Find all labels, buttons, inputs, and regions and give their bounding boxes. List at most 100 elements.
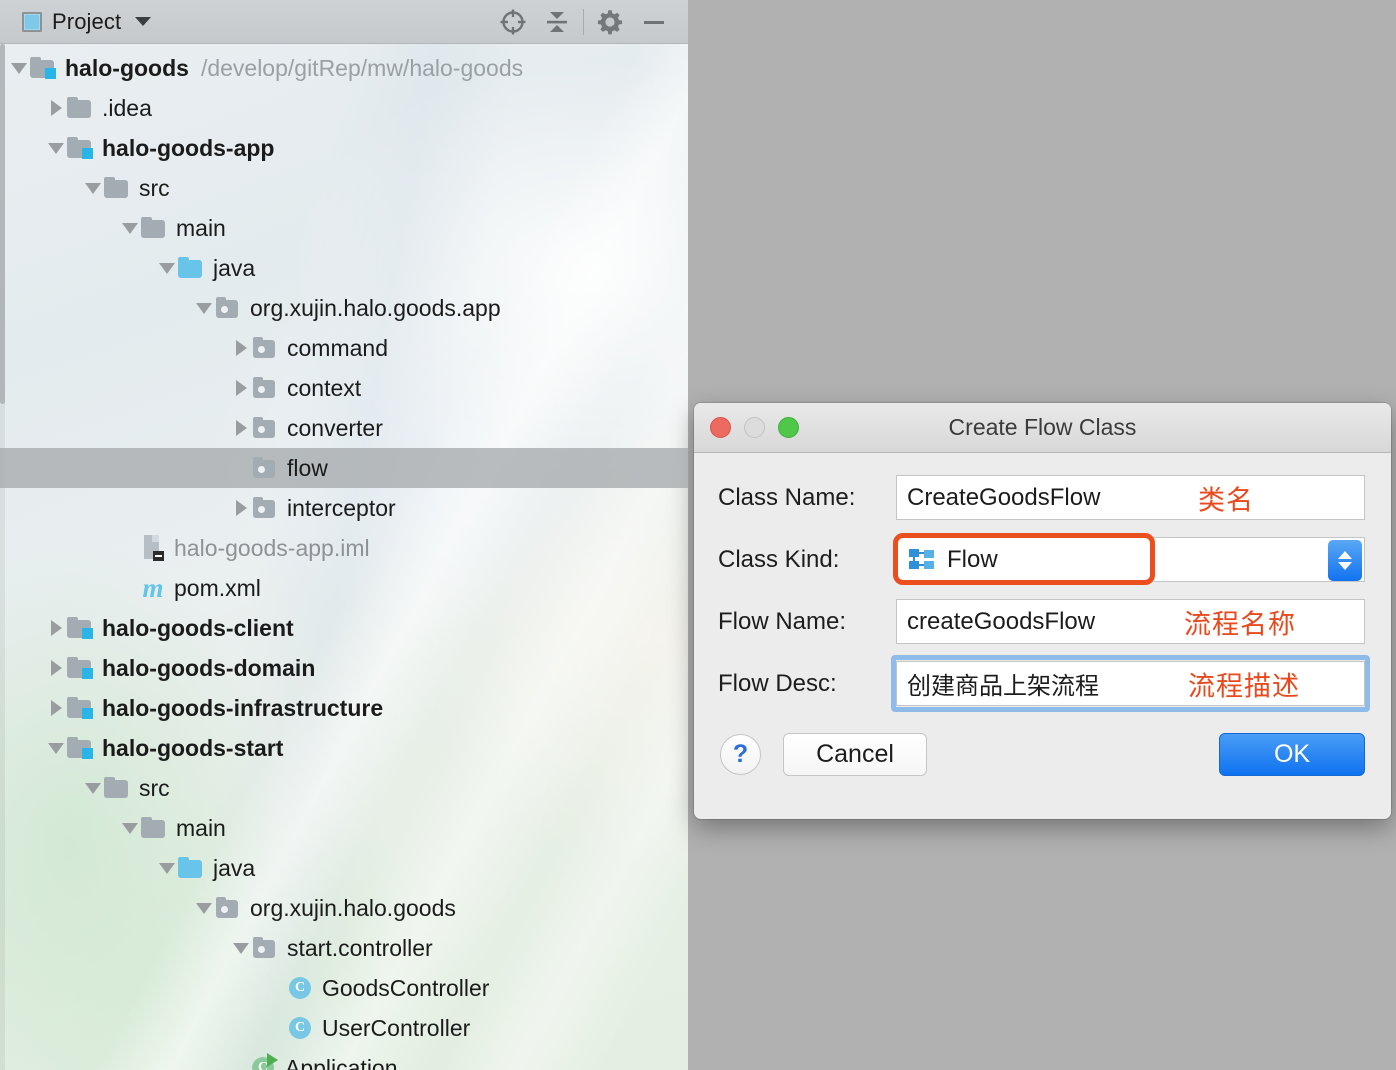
chevron-down-icon[interactable]	[156, 848, 178, 888]
flow-name-annotation: 流程名称	[1184, 609, 1296, 640]
twisty-placeholder	[230, 1048, 252, 1070]
chevron-right-icon[interactable]	[45, 88, 67, 128]
cancel-button[interactable]: Cancel	[783, 733, 927, 776]
module-folder-icon	[67, 697, 93, 719]
source-folder-icon	[178, 857, 204, 879]
twisty-placeholder	[119, 568, 141, 608]
tree-row[interactable]: java	[0, 248, 688, 288]
create-flow-class-dialog: Create Flow Class Class Name: CreateGood…	[694, 403, 1391, 819]
chevron-down-icon[interactable]	[45, 128, 67, 168]
package-icon	[252, 337, 278, 359]
screen-root: Project halo-goods /develop/gitRep/mw/ha…	[0, 0, 1396, 1070]
package-icon	[252, 937, 278, 959]
chevron-right-icon[interactable]	[45, 648, 67, 688]
chevron-down-icon[interactable]	[45, 728, 67, 768]
dialog-footer: ? Cancel OK	[694, 723, 1391, 776]
class-kind-stepper[interactable]	[1328, 540, 1362, 581]
tree-row[interactable]: C UserController	[0, 1008, 688, 1048]
class-kind-row: Class Kind: Flow	[718, 533, 1365, 585]
tree-row[interactable]: halo-goods-domain	[0, 648, 688, 688]
tree-row[interactable]: halo-goods-client	[0, 608, 688, 648]
chevron-down-icon[interactable]	[156, 248, 178, 288]
chevron-down-icon[interactable]	[119, 808, 141, 848]
module-folder-icon	[67, 617, 93, 639]
tree-row[interactable]: org.xujin.halo.goods	[0, 888, 688, 928]
chevron-down-icon	[1338, 562, 1352, 570]
chevron-right-icon[interactable]	[45, 608, 67, 648]
package-icon	[252, 497, 278, 519]
chevron-down-icon[interactable]	[82, 768, 104, 808]
chevron-down-icon[interactable]	[193, 888, 215, 928]
chevron-right-icon[interactable]	[230, 408, 252, 448]
tree-row-label: java	[213, 254, 256, 281]
class-name-row: Class Name: CreateGoodsFlow 类名	[718, 475, 1365, 520]
folder-icon	[67, 97, 93, 119]
twisty-placeholder	[230, 448, 252, 488]
chevron-down-icon[interactable]	[230, 928, 252, 968]
chevron-right-icon[interactable]	[45, 688, 67, 728]
tree-row-label: context	[287, 374, 362, 401]
tree-row[interactable]: start.controller	[0, 928, 688, 968]
chevron-right-icon[interactable]	[230, 328, 252, 368]
tree-row[interactable]: .idea	[0, 88, 688, 128]
tree-row[interactable]: halo-goods-infrastructure	[0, 688, 688, 728]
twisty-placeholder	[119, 528, 141, 568]
package-icon	[252, 417, 278, 439]
class-kind-label: Class Kind:	[718, 545, 840, 573]
module-folder-icon	[67, 737, 93, 759]
tree-row-label: command	[287, 334, 388, 361]
chevron-right-icon[interactable]	[230, 368, 252, 408]
dialog-title-bar: Create Flow Class	[694, 403, 1391, 453]
tree-row[interactable]: command	[0, 328, 688, 368]
iml-file-icon	[141, 535, 165, 561]
chevron-down-icon[interactable]	[82, 168, 104, 208]
tree-row[interactable]: halo-goods-app	[0, 128, 688, 168]
chevron-down-icon[interactable]	[8, 48, 30, 88]
project-tool-window: Project halo-goods /develop/gitRep/mw/ha…	[0, 0, 688, 1070]
gear-icon[interactable]	[588, 0, 632, 44]
tree-row-label: halo-goods-app	[102, 134, 275, 161]
tree-row-label: org.xujin.halo.goods.app	[250, 294, 501, 321]
chevron-down-icon[interactable]	[119, 208, 141, 248]
tree-row-label: main	[176, 214, 226, 241]
tree-row[interactable]: flow	[0, 448, 688, 488]
tree-row[interactable]: C Application	[0, 1048, 688, 1070]
tree-row-label: halo-goods-app.iml	[174, 534, 370, 561]
tree-row[interactable]: converter	[0, 408, 688, 448]
chevron-right-icon[interactable]	[230, 488, 252, 528]
tree-row[interactable]: interceptor	[0, 488, 688, 528]
flow-desc-label: Flow Desc:	[718, 669, 837, 697]
tree-row[interactable]: main	[0, 208, 688, 248]
package-icon	[215, 897, 241, 919]
ok-button[interactable]: OK	[1219, 733, 1365, 776]
tree-row[interactable]: halo-goods/develop/gitRep/mw/halo-goods	[0, 48, 688, 88]
dialog-title: Create Flow Class	[948, 414, 1137, 440]
project-tree[interactable]: halo-goods/develop/gitRep/mw/halo-goods.…	[0, 44, 688, 1070]
flow-desc-control: 创建商品上架流程 流程描述	[891, 655, 1370, 712]
tree-row[interactable]: java	[0, 848, 688, 888]
chevron-down-icon[interactable]	[193, 288, 215, 328]
class-kind-value: Flow	[947, 545, 998, 573]
tree-row[interactable]: halo-goods-start	[0, 728, 688, 768]
project-tool-window-title: Project	[52, 8, 122, 34]
tree-row[interactable]: org.xujin.halo.goods.app	[0, 288, 688, 328]
tree-row[interactable]: src	[0, 168, 688, 208]
help-button[interactable]: ?	[720, 734, 761, 775]
tree-row[interactable]: src	[0, 768, 688, 808]
twisty-placeholder	[267, 968, 289, 1008]
project-view-selector[interactable]: Project	[22, 8, 152, 35]
class-name-control: CreateGoodsFlow 类名	[896, 475, 1365, 520]
minimize-icon[interactable]	[632, 0, 676, 44]
tree-row[interactable]: m pom.xml	[0, 568, 688, 608]
package-icon	[215, 297, 241, 319]
maven-file-icon: m	[142, 573, 164, 603]
chevron-down-icon[interactable]	[135, 17, 152, 26]
class-name-input[interactable]: CreateGoodsFlow	[896, 475, 1365, 520]
locate-target-icon[interactable]	[491, 0, 535, 44]
tree-row[interactable]: context	[0, 368, 688, 408]
tree-row[interactable]: main	[0, 808, 688, 848]
collapse-all-icon[interactable]	[535, 0, 579, 44]
class-kind-select[interactable]: Flow	[896, 537, 1365, 582]
tree-row[interactable]: halo-goods-app.iml	[0, 528, 688, 568]
tree-row[interactable]: C GoodsController	[0, 968, 688, 1008]
